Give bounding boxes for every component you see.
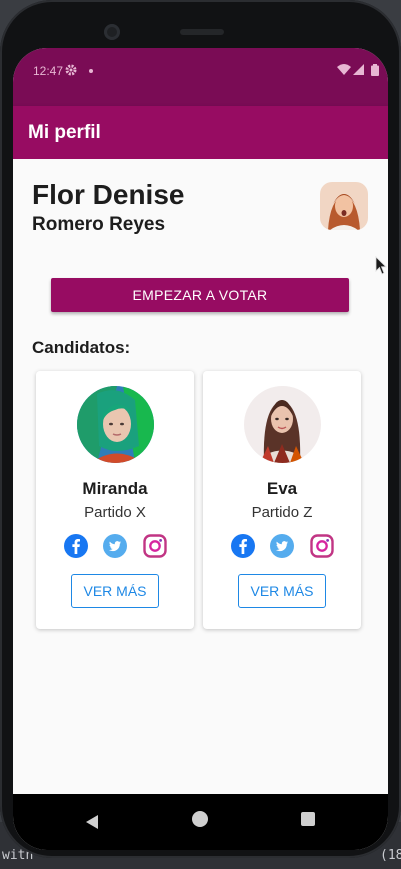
page-title: Mi perfil xyxy=(28,122,101,143)
camera-icon xyxy=(104,24,120,40)
notification-dot-icon xyxy=(87,64,95,79)
profile-avatar[interactable] xyxy=(320,182,368,230)
system-nav-bar xyxy=(13,794,388,850)
back-icon[interactable] xyxy=(85,814,99,830)
candidate-card: Miranda Partido X VER MÁS xyxy=(36,371,194,629)
twitter-icon[interactable] xyxy=(270,534,294,558)
candidate-party: Partido Z xyxy=(251,504,313,521)
battery-icon xyxy=(371,64,379,79)
mouse-cursor-icon xyxy=(375,256,387,275)
background-text-right: (18, xyxy=(380,848,401,863)
app-bar: Mi perfil xyxy=(13,106,388,159)
see-more-button[interactable]: VER MÁS xyxy=(71,574,159,608)
facebook-icon[interactable] xyxy=(64,534,88,558)
profile-first-names: Flor Denise xyxy=(32,179,185,210)
candidate-avatar xyxy=(77,386,154,463)
profile-last-names: Romero Reyes xyxy=(32,214,166,235)
profile-content: Flor Denise Romero Reyes EMPEZAR A VOTAR… xyxy=(13,159,388,794)
signal-icon xyxy=(353,64,364,79)
candidate-card: Eva Partido Z VER MÁS xyxy=(203,371,361,629)
start-voting-button[interactable]: EMPEZAR A VOTAR xyxy=(51,278,349,312)
instagram-icon[interactable] xyxy=(310,534,334,558)
candidate-party: Partido X xyxy=(84,504,146,521)
facebook-icon[interactable] xyxy=(231,534,255,558)
candidate-name: Eva xyxy=(266,479,298,498)
candidate-name: Miranda xyxy=(82,479,148,498)
candidate-avatar xyxy=(244,386,321,463)
phone-screen: 12:47 Mi perfil Flor Denise Romero Reyes xyxy=(13,48,388,850)
wifi-icon xyxy=(337,64,351,79)
status-bar: 12:47 xyxy=(13,48,388,106)
social-links xyxy=(203,534,361,558)
status-time: 12:47 xyxy=(33,64,64,78)
phone-frame: 12:47 Mi perfil Flor Denise Romero Reyes xyxy=(0,0,401,858)
home-icon[interactable] xyxy=(192,811,208,827)
instagram-icon[interactable] xyxy=(143,534,167,558)
twitter-icon[interactable] xyxy=(103,534,127,558)
social-links xyxy=(36,534,194,558)
recents-icon[interactable] xyxy=(301,812,315,826)
see-more-button[interactable]: VER MÁS xyxy=(238,574,326,608)
speaker-grille xyxy=(180,29,224,35)
settings-icon xyxy=(65,64,77,79)
candidates-heading: Candidatos: xyxy=(32,338,131,357)
